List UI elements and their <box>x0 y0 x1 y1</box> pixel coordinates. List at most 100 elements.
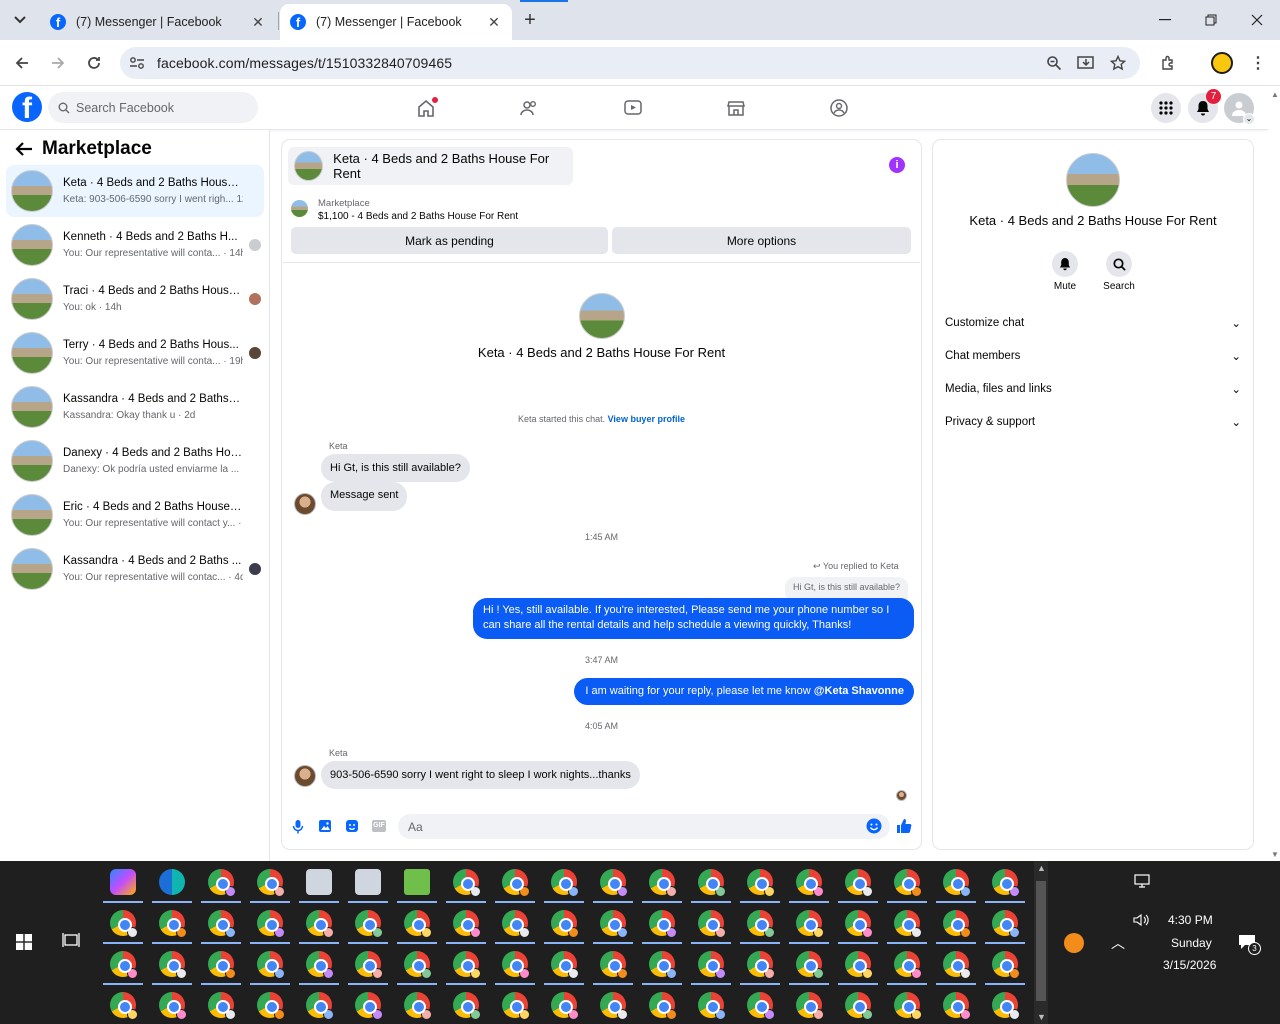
menu-grid-button[interactable] <box>1151 93 1181 123</box>
chrome-app-icon[interactable] <box>551 910 579 938</box>
conversation-item[interactable]: Traci · 4 Beds and 2 Baths House... You:… <box>6 273 264 325</box>
chrome-app-icon[interactable] <box>551 869 579 897</box>
chrome-app-icon[interactable] <box>502 869 530 897</box>
weather-icon[interactable] <box>1064 933 1084 953</box>
more-options-button[interactable]: More options <box>612 227 911 254</box>
chrome-app-icon[interactable] <box>355 910 383 938</box>
site-info-icon[interactable] <box>128 55 146 71</box>
chrome-app-icon[interactable] <box>796 951 824 979</box>
clock-time[interactable]: 4:30 PM <box>1168 913 1213 927</box>
chrome-app-icon[interactable] <box>796 992 824 1020</box>
chrome-app-icon[interactable] <box>208 910 236 938</box>
browser-tab-2[interactable]: f (7) Messenger | Facebook ✕ <box>280 4 512 40</box>
chrome-app-icon[interactable] <box>208 992 236 1020</box>
chrome-app-icon[interactable] <box>600 869 628 897</box>
chrome-app-icon[interactable] <box>796 869 824 897</box>
chrome-app-icon[interactable] <box>502 992 530 1020</box>
privacy-support-row[interactable]: Privacy & support ⌄ <box>945 415 1241 429</box>
incoming-message[interactable]: Message sent <box>321 482 408 511</box>
chrome-app-icon[interactable] <box>600 910 628 938</box>
chrome-app-icon[interactable] <box>502 910 530 938</box>
chrome-app-icon[interactable] <box>845 869 873 897</box>
chrome-app-icon[interactable] <box>159 910 187 938</box>
notepad-app-icon[interactable] <box>404 869 430 895</box>
incoming-message[interactable]: Hi Gt, is this still available? <box>321 454 470 482</box>
attach-image-icon[interactable] <box>317 818 333 834</box>
chrome-app-icon[interactable] <box>355 992 383 1020</box>
outgoing-message[interactable]: Hi ! Yes, still available. If you're int… <box>473 598 914 639</box>
facebook-logo-icon[interactable]: f <box>12 92 42 122</box>
conversation-item[interactable]: Keta · 4 Beds and 2 Baths House F... Ket… <box>6 165 264 217</box>
conversation-item[interactable]: Eric · 4 Beds and 2 Baths House Fo... Yo… <box>6 489 264 541</box>
browser-tab-1[interactable]: f (7) Messenger | Facebook ✕ <box>40 4 276 40</box>
listing-price-title[interactable]: $1,100 - 4 Beds and 2 Baths House For Re… <box>318 211 518 222</box>
watch-nav-icon[interactable] <box>622 97 644 119</box>
media-files-links-row[interactable]: Media, files and links ⌄ <box>945 382 1241 396</box>
chrome-app-icon[interactable] <box>600 951 628 979</box>
gif-icon[interactable]: GIF <box>371 818 387 834</box>
microphone-icon[interactable] <box>290 818 306 834</box>
chrome-app-icon[interactable] <box>355 951 383 979</box>
customize-chat-row[interactable]: Customize chat ⌄ <box>945 316 1241 330</box>
close-tab-icon[interactable]: ✕ <box>250 14 266 31</box>
chrome-app-icon[interactable] <box>943 951 971 979</box>
copilot-app-icon[interactable] <box>110 869 136 895</box>
thumbs-up-icon[interactable] <box>896 818 912 834</box>
chrome-app-icon[interactable] <box>110 992 138 1020</box>
conversation-info-icon[interactable]: i <box>889 157 905 173</box>
chrome-app-icon[interactable] <box>698 951 726 979</box>
chrome-app-icon[interactable] <box>502 951 530 979</box>
chrome-app-icon[interactable] <box>404 910 432 938</box>
chrome-app-icon[interactable] <box>208 869 236 897</box>
close-window-button[interactable] <box>1234 0 1280 40</box>
chrome-app-icon[interactable] <box>649 951 677 979</box>
back-arrow-icon[interactable] <box>14 141 34 157</box>
chrome-app-icon[interactable] <box>453 869 481 897</box>
clock-date[interactable]: 3/15/2026 <box>1163 958 1216 972</box>
chrome-app-icon[interactable] <box>159 951 187 979</box>
bookmark-star-icon[interactable] <box>1106 51 1130 75</box>
back-button[interactable] <box>10 51 34 75</box>
chrome-app-icon[interactable] <box>894 910 922 938</box>
chrome-app-icon[interactable] <box>747 951 775 979</box>
clock-day[interactable]: Sunday <box>1171 936 1212 950</box>
system-app-icon[interactable] <box>306 869 332 895</box>
chrome-app-icon[interactable] <box>698 992 726 1020</box>
chrome-app-icon[interactable] <box>453 951 481 979</box>
listing-small-thumbnail[interactable] <box>291 200 308 217</box>
sender-avatar[interactable] <box>294 493 316 515</box>
chrome-app-icon[interactable] <box>600 992 628 1020</box>
chrome-app-icon[interactable] <box>551 992 579 1020</box>
chrome-app-icon[interactable] <box>306 992 334 1020</box>
chrome-app-icon[interactable] <box>894 992 922 1020</box>
facebook-search-input[interactable]: Search Facebook <box>48 92 258 123</box>
chrome-app-icon[interactable] <box>453 992 481 1020</box>
account-chevron-icon[interactable]: ⌄ <box>1243 113 1255 125</box>
close-tab-icon[interactable]: ✕ <box>486 14 502 31</box>
page-scrollbar[interactable]: ▲ ▼ <box>1268 86 1280 861</box>
chrome-app-icon[interactable] <box>796 910 824 938</box>
chrome-app-icon[interactable] <box>649 992 677 1020</box>
tab-search-button[interactable] <box>8 8 32 32</box>
chrome-app-icon[interactable] <box>404 951 432 979</box>
chrome-app-icon[interactable] <box>306 951 334 979</box>
chat-members-row[interactable]: Chat members ⌄ <box>945 349 1241 363</box>
outgoing-message[interactable]: I am waiting for your reply, please let … <box>574 678 914 705</box>
chrome-app-icon[interactable] <box>257 869 285 897</box>
chrome-app-icon[interactable] <box>943 992 971 1020</box>
view-buyer-profile-link[interactable]: View buyer profile <box>608 414 685 424</box>
marketplace-nav-icon[interactable] <box>725 97 747 119</box>
mute-button[interactable] <box>1052 251 1078 277</box>
chrome-app-icon[interactable] <box>992 910 1020 938</box>
chrome-app-icon[interactable] <box>404 992 432 1020</box>
url-text[interactable]: facebook.com/messages/t/1510332840709465 <box>157 55 452 71</box>
task-view-button[interactable] <box>62 932 82 950</box>
friends-nav-icon[interactable] <box>518 97 540 119</box>
show-hidden-icons-chevron[interactable]: ︿ <box>1111 933 1125 953</box>
incoming-message[interactable]: 903-506-6590 sorry I went right to sleep… <box>321 761 640 789</box>
emoji-icon[interactable] <box>866 818 882 834</box>
network-icon[interactable] <box>1133 874 1151 888</box>
conversation-item[interactable]: Danexy · 4 Beds and 2 Baths Hous... Dane… <box>6 435 264 487</box>
message-input[interactable]: Aa <box>398 814 890 839</box>
new-tab-button[interactable]: + <box>518 8 542 32</box>
